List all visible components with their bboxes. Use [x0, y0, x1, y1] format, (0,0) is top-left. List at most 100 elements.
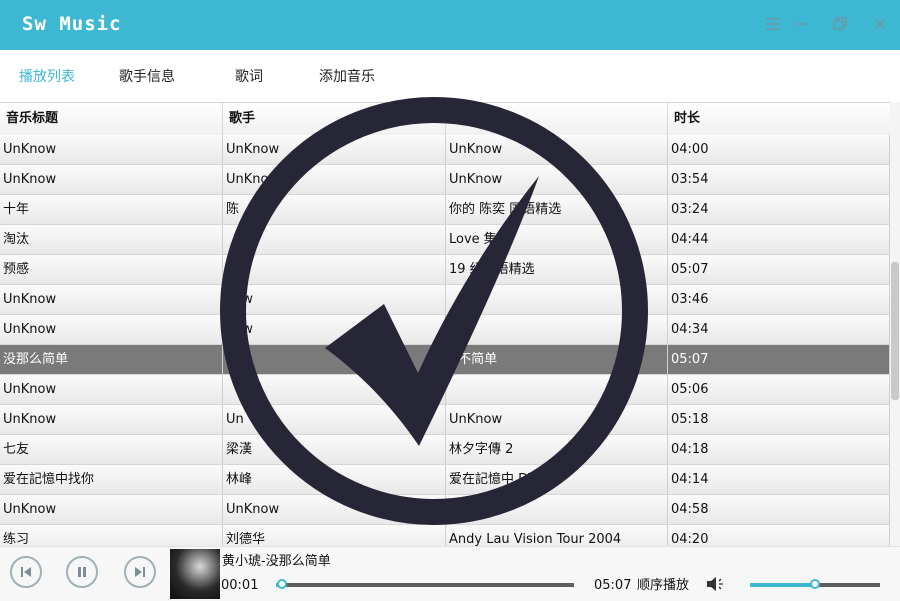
cell-artist: now [223, 315, 446, 344]
cell-title: UnKnow [0, 375, 223, 404]
cell-album: 你的 陈奕 国语精选 [446, 195, 668, 224]
table-row[interactable]: UnKnow UnKnow UnKnow 04:00 [0, 135, 890, 165]
table-body: UnKnow UnKnow UnKnow 04:00 UnKnow UnKnow UnKno… [0, 135, 890, 546]
cell-title: 预感 [0, 255, 223, 284]
minimize-button[interactable] [791, 14, 811, 34]
table-row[interactable]: UnKnow UnKnow 04:58 [0, 495, 890, 525]
cell-duration: 05:07 [668, 255, 890, 284]
cell-artist: 林峰 [223, 465, 446, 494]
pause-button[interactable] [66, 556, 98, 588]
cell-album [446, 285, 668, 314]
play-mode-button[interactable]: 顺序播放 [637, 574, 689, 593]
cell-title: UnKnow [0, 285, 223, 314]
tab-playlist[interactable]: 播放列表 [19, 66, 75, 86]
volume-button[interactable] [705, 575, 727, 597]
tab-add-music[interactable]: 添加音乐 [319, 66, 375, 86]
table-row[interactable]: UnKnow now 03:46 [0, 285, 890, 315]
table-row[interactable]: UnKnow UnKnow UnKnow 03:54 [0, 165, 890, 195]
cell-artist: Un [223, 405, 446, 434]
cell-duration: 04:20 [668, 525, 890, 546]
column-header-album[interactable] [446, 103, 668, 135]
volume-icon [707, 577, 723, 591]
cell-duration: 04:00 [668, 135, 890, 164]
close-button[interactable] [870, 14, 890, 34]
menu-button[interactable] [763, 14, 783, 34]
cell-album: UnKnow [446, 165, 668, 194]
vertical-scrollbar[interactable] [890, 102, 900, 546]
table-row[interactable]: 淘汰 Love 集 04:44 [0, 225, 890, 255]
previous-button[interactable] [10, 556, 42, 588]
table-row[interactable]: 没那么简单琥 -/不简单 05:07 [0, 345, 890, 375]
cell-duration: 03:24 [668, 195, 890, 224]
table-row[interactable]: 十年陈你的 陈奕 国语精选 03:24 [0, 195, 890, 225]
cell-album [446, 495, 668, 524]
cell-title: UnKnow [0, 315, 223, 344]
cell-title: 爱在記憶中找你 [0, 465, 223, 494]
cell-album: Andy Lau Vision Tour 2004 [446, 525, 668, 546]
player-bar: 黄小琥-没那么简单 00:01 05:07 顺序播放 [0, 546, 900, 601]
cell-artist: now [223, 285, 446, 314]
column-header-duration[interactable]: 时长 [668, 103, 890, 135]
now-playing-title: 黄小琥-没那么简单 [222, 554, 331, 569]
tab-lyrics[interactable]: 歌词 [235, 66, 263, 86]
close-icon [874, 18, 886, 30]
title-bar: Sw Music [0, 0, 900, 50]
column-header-title[interactable]: 音乐标题 [0, 103, 223, 135]
cell-title: UnKnow [0, 495, 223, 524]
cell-album: Love 集 [446, 225, 668, 254]
volume-knob[interactable] [810, 579, 820, 589]
table-row[interactable]: 练习 刘德华 Andy Lau Vision Tour 2004 04:20 [0, 525, 890, 546]
cell-album [446, 375, 668, 404]
cell-artist: UnKnow [223, 495, 446, 524]
volume-fill [750, 583, 815, 587]
cell-duration: 03:54 [668, 165, 890, 194]
cell-title: 淘汰 [0, 225, 223, 254]
cell-title: 练习 [0, 525, 223, 546]
cell-duration: 04:14 [668, 465, 890, 494]
cell-artist [223, 375, 446, 404]
playlist-table: 音乐标题 歌手 时长 UnKnow UnKnow UnKnow 04:00 UnKnow… [0, 102, 890, 546]
progress-slider[interactable] [276, 579, 574, 589]
pause-icon [78, 567, 86, 577]
cell-title: 七友 [0, 435, 223, 464]
cell-artist: UnKnow [223, 165, 446, 194]
progress-knob[interactable] [276, 579, 287, 589]
cell-album: 爱在記憶中 DVD) [446, 465, 668, 494]
cell-title: UnKnow [0, 135, 223, 164]
menu-icon [766, 18, 780, 30]
volume-slider[interactable] [750, 579, 880, 589]
cell-duration: 04:44 [668, 225, 890, 254]
cell-duration: 04:58 [668, 495, 890, 524]
table-row[interactable]: 爱在記憶中找你 林峰 爱在記憶中 DVD) 04:14 [0, 465, 890, 495]
cell-duration: 05:18 [668, 405, 890, 434]
cell-duration: 04:34 [668, 315, 890, 344]
table-row[interactable]: 七友 梁漢 林夕字傳 2 04:18 [0, 435, 890, 465]
column-header-artist[interactable]: 歌手 [223, 103, 446, 135]
prev-icon [21, 567, 31, 577]
table-row[interactable]: 预感迅 19 纪国语精选 05:07 [0, 255, 890, 285]
minimize-icon [796, 23, 806, 25]
cell-artist: 刘德华 [223, 525, 446, 546]
tab-bar: 播放列表 歌手信息 歌词 添加音乐 [0, 50, 900, 102]
table-row[interactable]: UnKnow Un UnKnow 05:18 [0, 405, 890, 435]
cell-duration: 04:18 [668, 435, 890, 464]
table-row[interactable]: UnKnow 05:06 [0, 375, 890, 405]
table-header: 音乐标题 歌手 时长 [0, 102, 890, 136]
scrollbar-thumb[interactable] [891, 262, 899, 400]
next-button[interactable] [124, 556, 156, 588]
tab-artist-info[interactable]: 歌手信息 [119, 66, 175, 86]
cell-artist: 琥 [223, 345, 446, 374]
cell-album: UnKnow [446, 405, 668, 434]
cell-artist: 梁漢 [223, 435, 446, 464]
cell-album: UnKnow [446, 135, 668, 164]
album-cover [170, 549, 220, 599]
cell-album: -/不简单 [446, 345, 668, 374]
restore-button[interactable] [830, 14, 850, 34]
cell-artist: UnKnow [223, 135, 446, 164]
total-time: 05:07 [594, 578, 632, 593]
table-row[interactable]: UnKnow now 04:34 [0, 315, 890, 345]
cell-title: 十年 [0, 195, 223, 224]
cell-duration: 05:07 [668, 345, 890, 374]
cell-album [446, 315, 668, 344]
cell-album: 林夕字傳 2 [446, 435, 668, 464]
